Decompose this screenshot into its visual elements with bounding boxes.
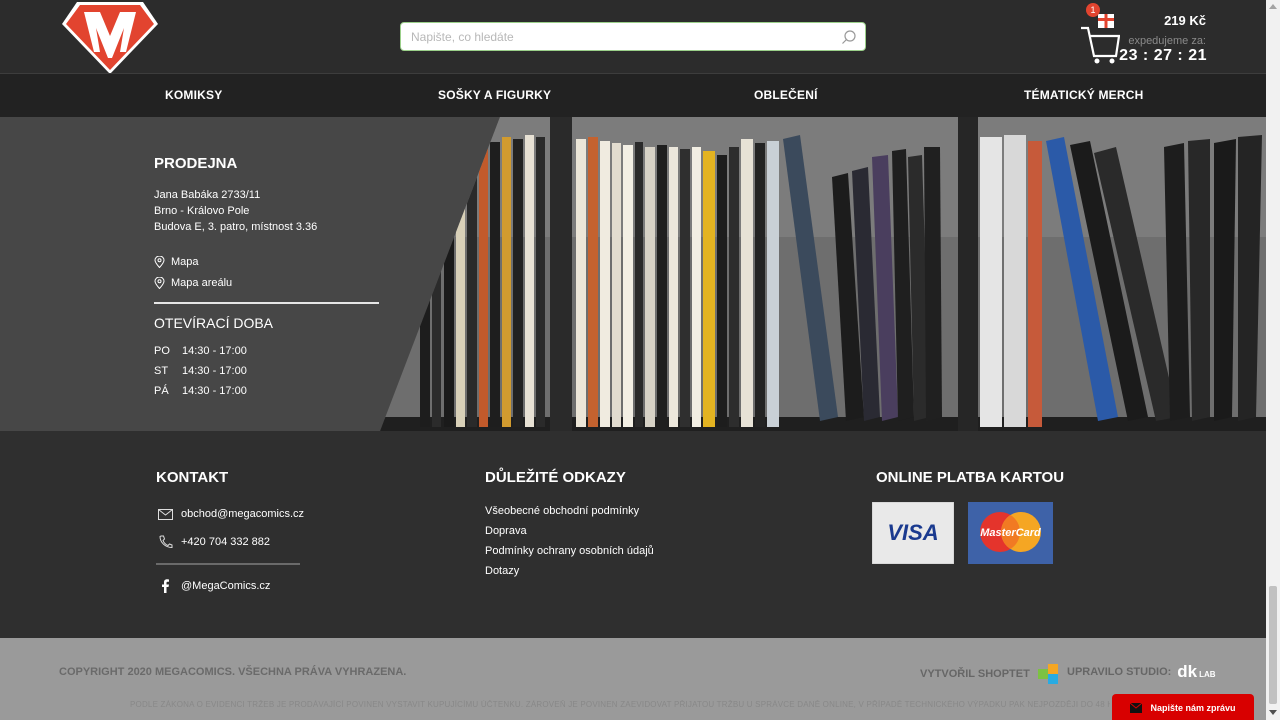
contact-title: KONTAKT: [156, 469, 229, 486]
chat-button[interactable]: Napište nám zprávu: [1112, 694, 1254, 720]
mastercard-text: MasterCard: [980, 527, 1041, 539]
page-scrollbar[interactable]: [1266, 0, 1280, 720]
map-area-link[interactable]: Mapa areálu: [154, 277, 232, 289]
map-area-link-label: Mapa areálu: [171, 277, 233, 289]
shoptet-credit[interactable]: VYTVOŘIL SHOPTET: [920, 664, 1058, 684]
search-box[interactable]: [400, 22, 866, 51]
hours-day: PO: [154, 345, 170, 357]
search-input[interactable]: [401, 23, 821, 50]
cart-count-badge: 1: [1086, 3, 1100, 17]
shop-title: PRODEJNA: [154, 155, 238, 172]
hours-time: 14:30 - 17:00: [182, 365, 247, 377]
mastercard-logo: MasterCard: [968, 502, 1053, 564]
shoptet-text: VYTVOŘIL SHOPTET: [920, 668, 1030, 680]
phone-text: +420 704 332 882: [181, 535, 271, 548]
phone-icon: [159, 535, 173, 548]
hours-day: PÁ: [154, 385, 169, 397]
shoptet-logo-icon: [1037, 664, 1058, 684]
hours-day: ST: [154, 365, 169, 377]
shipping-label: expedujeme za:: [1128, 35, 1206, 47]
address-line: Brno - Královo Pole: [154, 205, 250, 217]
hours-row: PÁ 14:30 - 17:00: [154, 385, 247, 397]
email-text: obchod@megacomics.cz: [181, 508, 305, 520]
opening-hours-title: OTEVÍRACÍ DOBA: [154, 315, 274, 331]
shop-section: PRODEJNA Jana Babáka 2733/11 Brno - Král…: [0, 117, 1266, 431]
link-privacy[interactable]: Podmínky ochrany osobních údajů: [485, 545, 654, 557]
cart-icon[interactable]: [1080, 6, 1120, 64]
envelope-icon: [158, 508, 173, 520]
facebook-link[interactable]: @MegaComics.cz: [158, 579, 270, 593]
link-shipping[interactable]: Doprava: [485, 525, 527, 537]
hours-time: 14:30 - 17:00: [182, 385, 247, 397]
important-links-title: DŮLEŽITÉ ODKAZY: [485, 469, 626, 486]
nav-item-komiksy[interactable]: KOMIKSY: [165, 88, 222, 102]
divider: [156, 563, 300, 565]
map-link[interactable]: Mapa: [154, 256, 199, 268]
link-terms[interactable]: Všeobecné obchodní podmínky: [485, 505, 639, 517]
facebook-text: @MegaComics.cz: [181, 580, 271, 592]
copyright-text: COPYRIGHT 2020 MEGACOMICS. VŠECHNA PRÁVA…: [59, 666, 407, 678]
scroll-down-arrow-icon[interactable]: [1269, 710, 1277, 715]
visa-text: VISA: [887, 520, 938, 545]
map-pin-icon: [154, 256, 165, 268]
email-link[interactable]: obchod@megacomics.cz: [158, 508, 304, 520]
dklab-credit[interactable]: UPRAVILO STUDIO: dk LAB: [1067, 662, 1216, 682]
nav-item-sosky[interactable]: SOŠKY A FIGURKY: [438, 88, 551, 102]
nav-item-obleceni[interactable]: OBLEČENÍ: [754, 88, 818, 102]
hours-row: ST 14:30 - 17:00: [154, 365, 247, 377]
payment-title: ONLINE PLATBA KARTOU: [876, 469, 1065, 486]
cart-price[interactable]: 219 Kč: [1164, 13, 1206, 28]
page: 1 219 Kč expedujeme za: 23 : 27 : 21 KOM…: [0, 0, 1280, 720]
link-faq[interactable]: Dotazy: [485, 565, 519, 577]
address-line: Budova E, 3. patro, místnost 3.36: [154, 221, 318, 233]
facebook-icon: [162, 579, 169, 593]
hours-time: 14:30 - 17:00: [182, 345, 247, 357]
scroll-up-arrow-icon[interactable]: [1269, 4, 1277, 9]
nav-item-merch[interactable]: TÉMATICKÝ MERCH: [1024, 88, 1143, 102]
divider: [154, 302, 379, 304]
address-line: Jana Babáka 2733/11: [154, 189, 261, 201]
envelope-icon: [1130, 703, 1143, 713]
legal-notice: PODLE ZÁKONA O EVIDENCI TRŽEB JE PRODÁVA…: [130, 700, 1110, 709]
bottom-bar: COPYRIGHT 2020 MEGACOMICS. VŠECHNA PRÁVA…: [0, 638, 1266, 720]
visa-logo: VISA: [872, 502, 954, 564]
map-pin-icon: [154, 277, 165, 289]
chat-button-label: Napište nám zprávu: [1150, 703, 1236, 713]
dklab-logo-small: LAB: [1199, 670, 1216, 679]
search-icon[interactable]: [841, 29, 857, 45]
site-footer: KONTAKT obchod@megacomics.cz +420 704 33…: [0, 431, 1266, 638]
main-nav: KOMIKSY SOŠKY A FIGURKY OBLEČENÍ TÉMATIC…: [0, 73, 1266, 117]
dklab-logo: dk LAB: [1177, 662, 1215, 682]
dklab-label: UPRAVILO STUDIO:: [1067, 666, 1172, 678]
map-link-label: Mapa: [171, 256, 199, 268]
phone-link[interactable]: +420 704 332 882: [158, 535, 270, 548]
dklab-logo-text: dk: [1177, 662, 1198, 681]
hours-row: PO 14:30 - 17:00: [154, 345, 247, 357]
scrollbar-thumb[interactable]: [1269, 586, 1277, 704]
shipping-countdown: 23 : 27 : 21: [1119, 47, 1207, 64]
